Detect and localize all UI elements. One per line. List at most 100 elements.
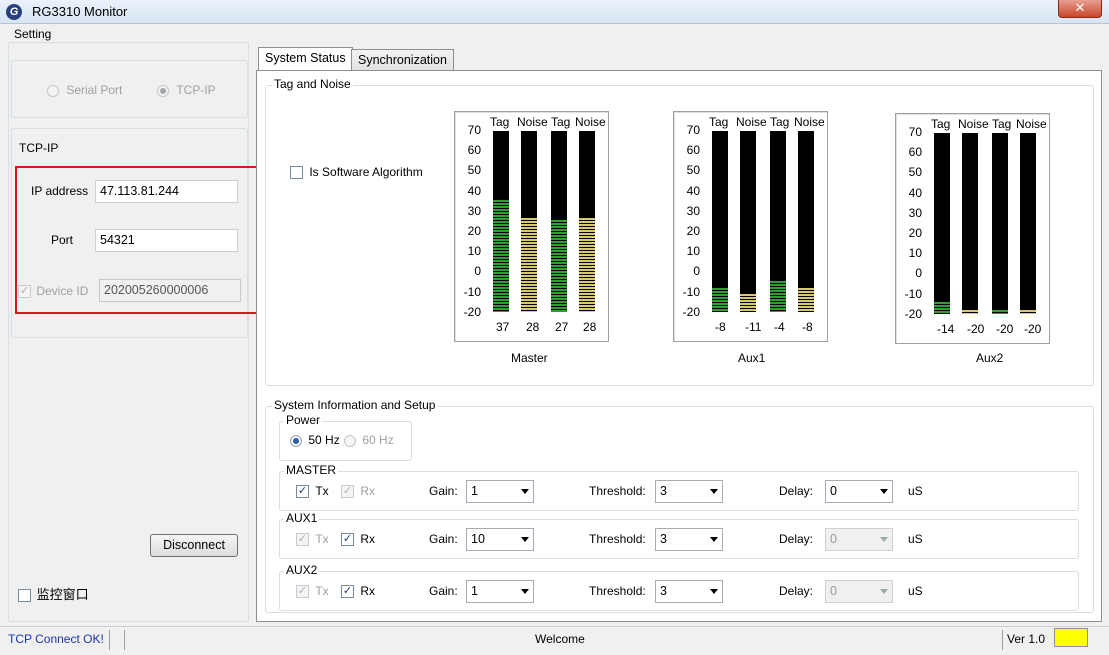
power-60hz-option[interactable]: 60 Hz bbox=[344, 433, 394, 447]
device-id-option[interactable]: ✓ Device ID bbox=[18, 284, 88, 299]
window-title: RG3310 Monitor bbox=[32, 4, 128, 19]
tag-level-fill bbox=[770, 281, 786, 312]
noise-level-fill bbox=[579, 218, 595, 312]
master-rx-option[interactable]: ✓ Rx bbox=[341, 484, 375, 499]
port-label: Port bbox=[51, 233, 74, 247]
meter-tick-label: 30 bbox=[908, 205, 922, 220]
aux2-tx-checkbox[interactable]: ✓ bbox=[296, 585, 309, 599]
monitor-window-label: 监控窗口 bbox=[36, 587, 89, 602]
monitor-window-option[interactable]: 监控窗口 bbox=[18, 584, 89, 603]
tcpip-label: TCP-IP bbox=[176, 83, 216, 97]
meter-tick-label: 70 bbox=[467, 123, 481, 137]
tcpip-option[interactable]: TCP-IP bbox=[157, 83, 216, 97]
master-threshold-select[interactable]: 3 bbox=[655, 480, 723, 503]
master-tx-checkbox[interactable]: ✓ bbox=[296, 485, 309, 499]
meter-tick-label: 50 bbox=[686, 163, 700, 178]
chevron-down-icon bbox=[880, 589, 888, 594]
tag-noise-title: Tag and Noise bbox=[272, 77, 353, 91]
aux2-rx-checkbox[interactable]: ✓ bbox=[341, 585, 354, 599]
aux2-tx-option[interactable]: ✓ Tx bbox=[296, 584, 329, 599]
ip-address-label: IP address bbox=[31, 184, 89, 198]
software-algorithm-option[interactable]: Is Software Algorithm bbox=[290, 165, 423, 180]
meter-tick-label: 50 bbox=[467, 163, 481, 178]
aux1-row-title: AUX1 bbox=[284, 511, 320, 525]
meter-aux1-value-3: -4 bbox=[774, 320, 785, 334]
meter-master-label: Master bbox=[511, 351, 548, 365]
tab-synchronization[interactable]: Synchronization bbox=[351, 49, 454, 71]
device-id-checkbox[interactable]: ✓ bbox=[18, 285, 31, 299]
meter-tick-label: 40 bbox=[467, 183, 481, 198]
power-50hz-option[interactable]: 50 Hz bbox=[290, 433, 340, 447]
aux1-tx-checkbox[interactable]: ✓ bbox=[296, 533, 309, 547]
ip-address-input[interactable]: 47.113.81.244 bbox=[95, 180, 238, 203]
meter-tick-label: -20 bbox=[463, 304, 481, 319]
aux2-threshold-select[interactable]: 3 bbox=[655, 580, 723, 603]
meter-aux1-value-2: -11 bbox=[745, 320, 762, 334]
master-delay-select[interactable]: 0 bbox=[825, 480, 893, 503]
device-id-input[interactable]: 202005260000006 bbox=[99, 279, 241, 302]
tag-level-fill bbox=[712, 288, 728, 312]
meter-tick-label: -10 bbox=[904, 286, 922, 301]
aux1-gain-select[interactable]: 10 bbox=[466, 528, 534, 551]
master-tx-label: Tx bbox=[315, 484, 329, 498]
monitor-window-checkbox[interactable] bbox=[18, 589, 31, 603]
chevron-down-icon bbox=[521, 589, 529, 594]
master-gain-value: 1 bbox=[471, 484, 478, 498]
noise-level-fill bbox=[798, 288, 814, 312]
meter-master-header-1: Tag bbox=[490, 115, 510, 129]
meter-tick-label: 10 bbox=[467, 244, 481, 259]
meter-bar bbox=[992, 133, 1008, 314]
master-row-title: MASTER bbox=[284, 463, 339, 477]
master-rx-checkbox[interactable]: ✓ bbox=[341, 485, 354, 499]
status-separator bbox=[1002, 630, 1003, 650]
aux1-delay-value: 0 bbox=[830, 532, 837, 546]
tcpip-radio[interactable] bbox=[157, 84, 169, 97]
software-algorithm-checkbox[interactable] bbox=[290, 166, 303, 180]
aux1-gain-label: Gain: bbox=[429, 532, 458, 546]
serial-port-radio[interactable] bbox=[47, 84, 59, 97]
aux2-rx-option[interactable]: ✓ Rx bbox=[341, 584, 375, 599]
meter-aux1-header-4: Noise bbox=[794, 115, 825, 129]
meter-tick-label: 60 bbox=[686, 143, 700, 158]
status-separator bbox=[109, 630, 110, 650]
aux1-rx-option[interactable]: ✓ Rx bbox=[341, 532, 375, 547]
close-button[interactable]: ✕ bbox=[1058, 0, 1102, 18]
tag-level-fill bbox=[992, 310, 1008, 314]
meter-aux1-value-4: -8 bbox=[802, 320, 813, 334]
meter-aux2-header-3: Tag bbox=[992, 117, 1012, 131]
tab-system-status[interactable]: System Status bbox=[258, 47, 353, 71]
tcpip-group-title: TCP-IP bbox=[17, 141, 61, 155]
meter-bar bbox=[798, 131, 814, 312]
setting-title: Setting bbox=[14, 27, 52, 41]
aux1-tx-option[interactable]: ✓ Tx bbox=[296, 532, 329, 547]
master-gain-select[interactable]: 1 bbox=[466, 480, 534, 503]
meter-tick-label: 60 bbox=[908, 145, 922, 160]
meter-aux2-value-4: -20 bbox=[1024, 322, 1042, 336]
power-60hz-radio[interactable] bbox=[344, 434, 356, 447]
master-tx-option[interactable]: ✓ Tx bbox=[296, 484, 329, 499]
version-label: Ver 1.0 bbox=[1007, 632, 1046, 646]
meter-tick-label: 10 bbox=[908, 246, 922, 261]
disconnect-button[interactable]: Disconnect bbox=[150, 534, 238, 557]
aux1-rx-checkbox[interactable]: ✓ bbox=[341, 533, 354, 547]
meter-master-header-4: Noise bbox=[575, 115, 606, 129]
aux1-threshold-select[interactable]: 3 bbox=[655, 528, 723, 551]
serial-port-option[interactable]: Serial Port bbox=[47, 83, 122, 97]
tag-level-fill bbox=[493, 200, 509, 312]
power-50hz-radio[interactable] bbox=[290, 434, 302, 447]
chevron-down-icon bbox=[521, 537, 529, 542]
meter-tick-label: 0 bbox=[693, 264, 700, 279]
meter-bar bbox=[934, 133, 950, 314]
meter-aux2-value-1: -14 bbox=[937, 322, 955, 336]
app-logo-icon: G bbox=[6, 4, 22, 20]
tag-level-fill bbox=[551, 220, 567, 312]
aux2-row-title: AUX2 bbox=[284, 563, 320, 577]
aux2-gain-select[interactable]: 1 bbox=[466, 580, 534, 603]
aux1-delay-select[interactable]: 0 bbox=[825, 528, 893, 551]
master-delay-unit: uS bbox=[908, 484, 923, 498]
port-input[interactable]: 54321 bbox=[95, 229, 238, 252]
meter-bar bbox=[712, 131, 728, 312]
aux2-delay-select[interactable]: 0 bbox=[825, 580, 893, 603]
software-algorithm-label: Is Software Algorithm bbox=[309, 165, 423, 179]
meter-tick-label: 60 bbox=[467, 143, 481, 158]
